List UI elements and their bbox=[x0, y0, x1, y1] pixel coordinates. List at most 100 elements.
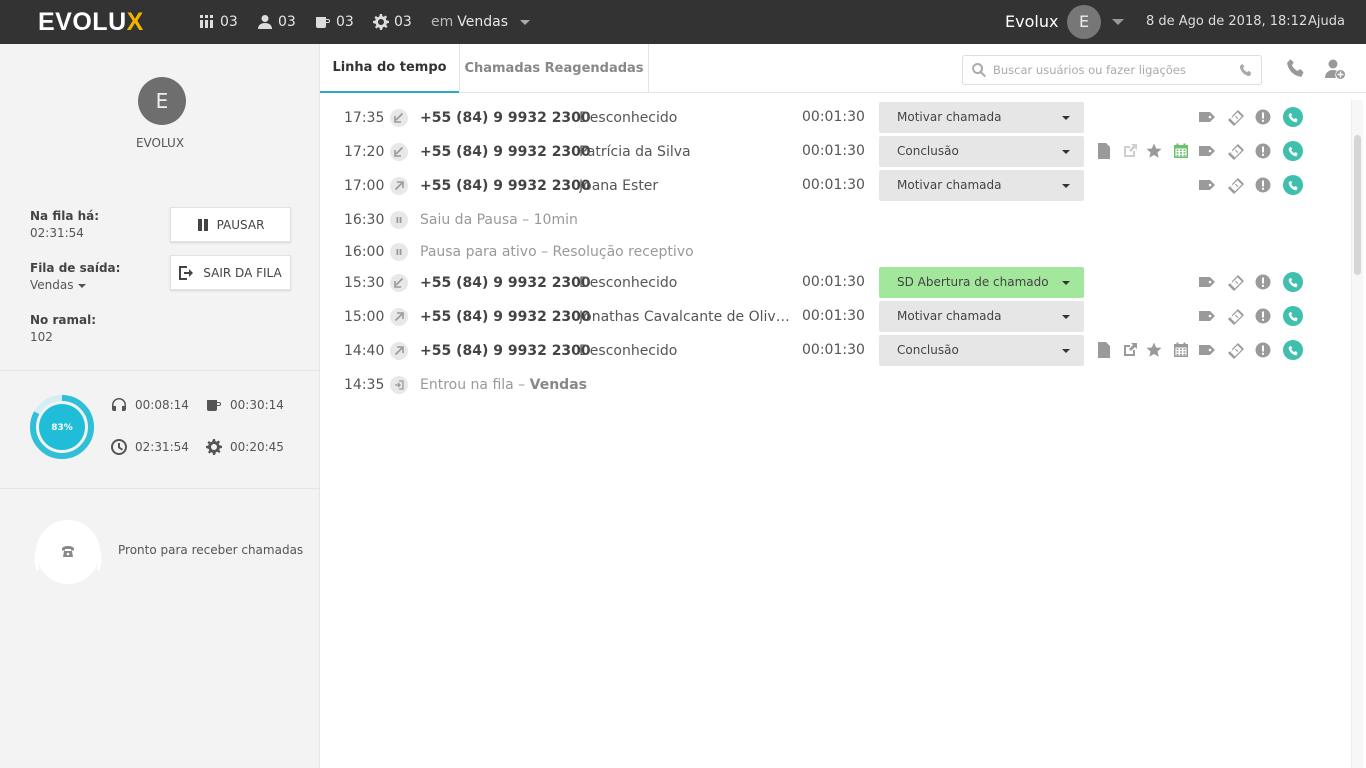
row-time: 15:00 bbox=[344, 309, 385, 325]
stat-queue-users[interactable]: 03 bbox=[199, 0, 238, 44]
stat-users[interactable]: 03 bbox=[257, 0, 296, 44]
ticket-icon[interactable] bbox=[1227, 342, 1245, 360]
disposition-select[interactable]: Motivar chamada bbox=[879, 301, 1084, 332]
tab-timeline[interactable]: Linha do tempo bbox=[320, 44, 459, 93]
disposition-select[interactable]: Conclusão bbox=[879, 335, 1084, 366]
chevron-down-icon bbox=[520, 19, 531, 25]
user-avatar[interactable]: E bbox=[1067, 5, 1101, 39]
row-contact-name[interactable]: Joana Ester bbox=[579, 178, 797, 194]
disposition-select[interactable]: SD Abertura de chamado bbox=[879, 267, 1084, 298]
row-contact-name[interactable]: Desconhecido bbox=[579, 275, 797, 291]
incoming-call-icon bbox=[390, 143, 408, 161]
queue-selector[interactable]: em Vendas bbox=[431, 0, 531, 44]
row-time: 15:30 bbox=[344, 275, 385, 291]
alert-icon[interactable] bbox=[1255, 342, 1271, 358]
row-time: 14:35 bbox=[344, 377, 385, 393]
ticket-icon[interactable] bbox=[1227, 274, 1245, 292]
sidebar-divider bbox=[0, 370, 320, 371]
row-phone-number[interactable]: +55 (84) 9 9932 2300 bbox=[420, 309, 591, 325]
calendar-icon[interactable] bbox=[1173, 342, 1189, 358]
pause-button-label: PAUSAR bbox=[216, 217, 265, 232]
tab-rescheduled-calls[interactable]: Chamadas Reagendadas bbox=[459, 44, 649, 93]
stat-paused[interactable]: 03 bbox=[315, 0, 354, 44]
extension-value: 102 bbox=[30, 330, 53, 344]
call-back-button[interactable] bbox=[1283, 272, 1303, 292]
call-phone-icon[interactable] bbox=[1286, 58, 1306, 78]
event-text: Pausa para ativo – Resolução receptivo bbox=[420, 244, 694, 260]
timeline-event-row: 16:00 Pausa para ativo – Resolução recept… bbox=[320, 235, 1350, 269]
phone-icon bbox=[1288, 146, 1299, 157]
top-bar: EVOLUX 03 03 03 03 em Vendas Evolux E 8 … bbox=[0, 0, 1366, 44]
row-contact-name[interactable]: Jonathas Cavalcante de Oliveira Neto bbox=[579, 309, 797, 325]
tag-icon[interactable] bbox=[1198, 109, 1216, 125]
star-icon[interactable] bbox=[1146, 342, 1162, 358]
in-queue-value: 02:31:54 bbox=[30, 226, 84, 240]
ticket-icon[interactable] bbox=[1227, 143, 1245, 161]
in-queue-label: Na fila há: bbox=[30, 209, 100, 223]
stat-settings[interactable]: 03 bbox=[373, 0, 412, 44]
search-input[interactable] bbox=[993, 63, 1239, 77]
search-icon bbox=[971, 62, 987, 78]
row-phone-number[interactable]: +55 (84) 9 9932 2300 bbox=[420, 343, 591, 359]
out-queue-select[interactable]: Vendas bbox=[30, 278, 86, 292]
caret-down-icon bbox=[1062, 150, 1070, 154]
row-phone-number[interactable]: +55 (84) 9 9932 2300 bbox=[420, 275, 591, 291]
user-menu-chevron-icon[interactable] bbox=[1112, 19, 1124, 25]
phone-icon bbox=[1288, 345, 1299, 356]
call-back-button[interactable] bbox=[1283, 306, 1303, 326]
star-icon[interactable] bbox=[1146, 143, 1162, 159]
call-back-button[interactable] bbox=[1283, 175, 1303, 195]
incoming-call-icon bbox=[390, 274, 408, 292]
notes-document-icon[interactable] bbox=[1097, 342, 1111, 358]
row-contact-name[interactable]: Desconhecido bbox=[579, 343, 797, 359]
ticket-icon[interactable] bbox=[1227, 308, 1245, 326]
alert-icon[interactable] bbox=[1255, 308, 1271, 324]
leave-queue-button[interactable]: SAIR DA FILA bbox=[170, 255, 291, 290]
disposition-select[interactable]: Motivar chamada bbox=[879, 170, 1084, 201]
pause-button[interactable]: PAUSAR bbox=[170, 207, 291, 242]
queue-name: Vendas bbox=[457, 14, 509, 30]
ticket-icon[interactable] bbox=[1227, 177, 1245, 195]
calendar-icon[interactable] bbox=[1173, 143, 1189, 159]
call-back-button[interactable] bbox=[1283, 107, 1303, 127]
coffee-icon bbox=[206, 397, 222, 413]
scrollbar-thumb[interactable] bbox=[1354, 135, 1361, 275]
tag-icon[interactable] bbox=[1198, 143, 1216, 159]
phone-icon bbox=[1288, 277, 1299, 288]
event-text: Saiu da Pausa – 10min bbox=[420, 212, 578, 228]
row-contact-name[interactable]: Desconhecido bbox=[579, 110, 797, 126]
evolux-logo[interactable]: EVOLUX bbox=[38, 10, 144, 35]
timeline-scrollbar[interactable] bbox=[1351, 100, 1363, 768]
call-back-button[interactable] bbox=[1283, 141, 1303, 161]
alert-icon[interactable] bbox=[1255, 143, 1271, 159]
row-phone-number[interactable]: +55 (84) 9 9932 2300 bbox=[420, 110, 591, 126]
row-contact-name[interactable]: Patrícia da Silva bbox=[579, 144, 797, 160]
disposition-select[interactable]: Motivar chamada bbox=[879, 102, 1084, 133]
timeline-call-row: 17:00 +55 (84) 9 9932 2300 Joana Ester 00:0… bbox=[320, 169, 1350, 203]
tag-icon[interactable] bbox=[1198, 342, 1216, 358]
notes-document-icon[interactable] bbox=[1097, 143, 1111, 159]
row-phone-number[interactable]: +55 (84) 9 9932 2300 bbox=[420, 144, 591, 160]
row-time: 14:40 bbox=[344, 343, 385, 359]
other-time-value: 00:20:45 bbox=[230, 440, 284, 454]
disposition-select[interactable]: Conclusão bbox=[879, 136, 1084, 167]
tag-icon[interactable] bbox=[1198, 308, 1216, 324]
clock-icon bbox=[111, 439, 127, 455]
alert-icon[interactable] bbox=[1255, 177, 1271, 193]
external-link-icon[interactable] bbox=[1122, 143, 1138, 159]
alert-icon[interactable] bbox=[1255, 109, 1271, 125]
help-link[interactable]: Ajuda bbox=[1308, 14, 1345, 29]
add-user-icon[interactable] bbox=[1324, 58, 1346, 80]
row-phone-number[interactable]: +55 (84) 9 9932 2300 bbox=[420, 178, 591, 194]
productivity-donut: 83% bbox=[29, 394, 95, 460]
tag-icon[interactable] bbox=[1198, 274, 1216, 290]
dial-icon[interactable] bbox=[1239, 63, 1253, 77]
row-duration: 00:01:30 bbox=[802, 143, 865, 159]
pause-time-value: 00:30:14 bbox=[230, 398, 284, 412]
call-back-button[interactable] bbox=[1283, 340, 1303, 360]
caret-down-icon bbox=[1062, 315, 1070, 319]
ticket-icon[interactable] bbox=[1227, 109, 1245, 127]
external-link-icon[interactable] bbox=[1122, 342, 1138, 358]
tag-icon[interactable] bbox=[1198, 177, 1216, 193]
alert-icon[interactable] bbox=[1255, 274, 1271, 290]
